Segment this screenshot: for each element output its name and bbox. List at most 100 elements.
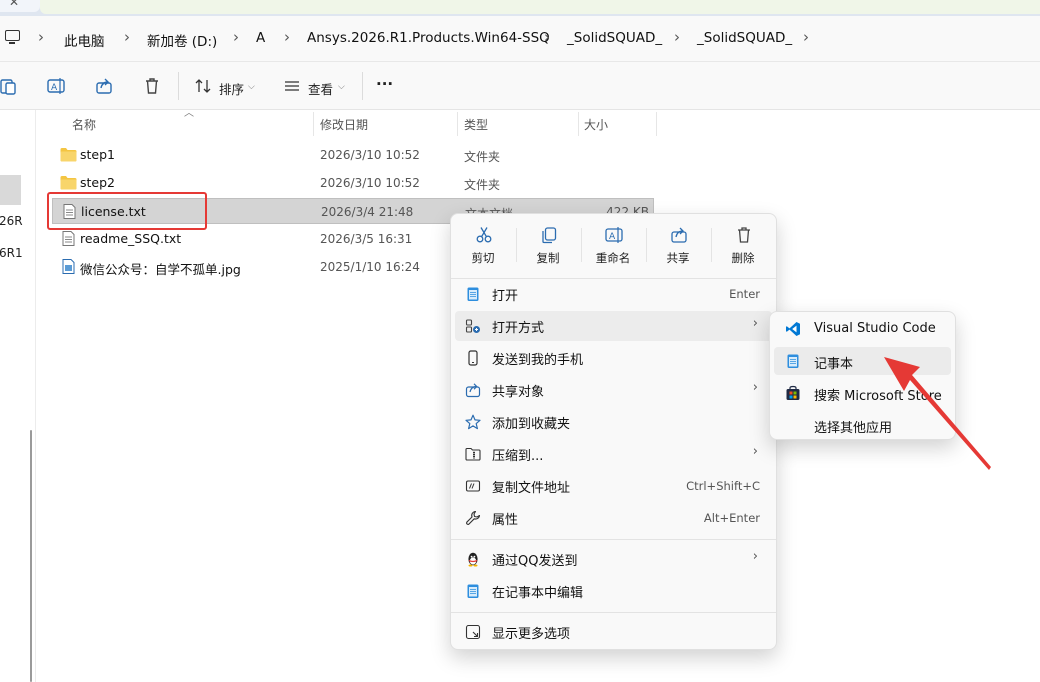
menu-item-properties[interactable]: 属性 Alt+Enter <box>455 503 772 533</box>
column-header-name[interactable]: 名称 <box>72 116 96 133</box>
menu-item-shortcut: Alt+Enter <box>703 511 760 525</box>
menu-item-show-more-options[interactable]: 显示更多选项 <box>455 617 772 647</box>
close-tab-icon[interactable]: ✕ <box>9 0 19 9</box>
menu-item-label: 显示更多选项 <box>492 627 571 642</box>
chevron-right-icon[interactable]: › <box>38 28 44 46</box>
menu-item-label: 压缩到... <box>492 449 544 464</box>
submenu-item-vscode[interactable]: Visual Studio Code <box>774 315 951 343</box>
breadcrumb-item[interactable]: 此电脑 <box>64 30 105 50</box>
chevron-right-icon[interactable]: › <box>803 28 809 46</box>
breadcrumb-item[interactable]: Ansys.2026.R1.Products.Win64-SSQ <box>307 30 550 46</box>
menu-item-label: 通过QQ发送到 <box>492 554 578 569</box>
wrench-icon <box>466 510 481 526</box>
breadcrumb-item[interactable]: _SolidSQUAD_ <box>567 30 662 46</box>
svg-text:A: A <box>51 83 58 93</box>
file-name[interactable]: step2 <box>80 175 115 190</box>
menu-item-compress-to[interactable]: 压缩到... › <box>455 439 772 469</box>
menu-item-shortcut: Ctrl+Shift+C <box>686 479 760 493</box>
nav-scrollbar[interactable] <box>30 430 32 682</box>
file-name[interactable]: step1 <box>80 147 115 162</box>
copy-button[interactable]: 复制 <box>518 222 578 274</box>
file-name[interactable]: readme_SSQ.txt <box>80 231 181 246</box>
nav-selected-item[interactable] <box>0 175 21 205</box>
submenu-item-label: Visual Studio Code <box>814 321 936 336</box>
file-row[interactable]: step1 2026/3/10 10:52 文件夹 <box>52 142 654 168</box>
chevron-right-icon: › <box>752 316 758 331</box>
this-pc-icon[interactable] <box>5 30 20 44</box>
title-bar: ✕ <box>0 0 1040 16</box>
menu-item-label: 复制文件地址 <box>492 481 571 496</box>
column-divider[interactable] <box>313 112 314 136</box>
file-type: 文件夹 <box>464 150 501 164</box>
menu-item-edit-in-notepad[interactable]: 在记事本中编辑 <box>455 576 772 606</box>
chevron-down-icon[interactable]: ⌵ <box>248 82 255 92</box>
menu-item-label: 共享对象 <box>492 385 545 400</box>
more-options-button[interactable]: ··· <box>376 75 393 93</box>
chevron-right-icon[interactable]: › <box>544 28 550 46</box>
address-bar[interactable]: › 此电脑 › 新加卷 (D:) › A › Ansys.2026.R1.Pro… <box>0 16 1040 62</box>
chevron-right-icon: › <box>752 380 758 395</box>
sort-button[interactable]: 排序 <box>219 79 244 98</box>
menu-item-send-to-phone[interactable]: 发送到我的手机 <box>455 343 772 373</box>
chevron-right-icon[interactable]: › <box>674 28 680 46</box>
delete-button[interactable]: 删除 <box>713 222 773 274</box>
file-date: 2026/3/10 10:52 <box>320 148 420 162</box>
breadcrumb-item[interactable]: A <box>256 30 265 46</box>
rename-button[interactable]: A 重命名 <box>583 222 643 274</box>
breadcrumb-item[interactable]: _SolidSQUAD_ <box>697 30 792 46</box>
menu-item-open-with[interactable]: 打开方式 › <box>455 311 772 341</box>
file-date: 2026/3/10 10:52 <box>320 176 420 190</box>
share-button[interactable]: 共享 <box>648 222 708 274</box>
zip-folder-icon <box>465 447 481 461</box>
share-icon[interactable] <box>95 77 113 95</box>
menu-item-shortcut: Enter <box>729 287 760 301</box>
chevron-right-icon: › <box>752 549 758 564</box>
column-divider[interactable] <box>656 112 657 136</box>
column-divider[interactable] <box>578 112 579 136</box>
copy-path-icon <box>465 480 481 492</box>
menu-divider <box>451 612 776 613</box>
quick-action-divider <box>516 228 517 262</box>
menu-item-label: 打开 <box>492 289 519 304</box>
qq-penguin-icon <box>468 552 478 567</box>
view-icon[interactable] <box>283 77 301 95</box>
menu-item-label: 属性 <box>492 513 519 528</box>
menu-item-share-with[interactable]: 共享对象 › <box>455 375 772 405</box>
chevron-down-icon[interactable]: ⌵ <box>338 82 345 92</box>
star-icon <box>465 414 481 430</box>
chevron-right-icon[interactable]: › <box>124 28 130 46</box>
file-name[interactable]: 微信公众号：自学不孤单.jpg <box>80 259 241 278</box>
notepad-icon <box>467 287 479 301</box>
nav-item[interactable]: 26R <box>0 214 23 228</box>
file-date: 2025/1/10 16:24 <box>320 260 420 274</box>
chevron-right-icon: › <box>752 444 758 459</box>
menu-item-copy-path[interactable]: 复制文件地址 Ctrl+Shift+C <box>455 471 772 501</box>
column-header-size[interactable]: 大小 <box>584 116 608 133</box>
open-with-icon <box>465 319 480 333</box>
chevron-right-icon[interactable]: › <box>233 28 239 46</box>
nav-item[interactable]: 6R1 <box>0 246 23 260</box>
cut-button[interactable]: 剪切 <box>453 222 513 274</box>
share-icon <box>465 383 481 398</box>
text-file-icon <box>62 231 75 246</box>
paste-icon[interactable] <box>0 77 18 95</box>
view-button[interactable]: 查看 <box>308 79 333 98</box>
menu-item-add-to-favorites[interactable]: 添加到收藏夹 <box>455 407 772 437</box>
browser-tab[interactable]: ✕ <box>0 0 40 12</box>
command-bar: A 排序 ⌵ 查看 ⌵ ··· <box>0 62 1040 110</box>
menu-item-label: 添加到收藏夹 <box>492 417 571 432</box>
column-header-modified[interactable]: 修改日期 <box>320 116 368 133</box>
delete-icon <box>738 227 750 243</box>
menu-item-send-via-qq[interactable]: 通过QQ发送到 › <box>455 544 772 574</box>
toolbar-divider <box>362 72 363 100</box>
chevron-right-icon[interactable]: › <box>284 28 290 46</box>
breadcrumb-item[interactable]: 新加卷 (D:) <box>147 30 217 50</box>
column-divider[interactable] <box>457 112 458 136</box>
rename-icon[interactable]: A <box>47 77 65 95</box>
active-tab-strip <box>40 0 1040 14</box>
copy-label: 复制 <box>536 251 560 265</box>
delete-icon[interactable] <box>143 77 161 95</box>
menu-item-open[interactable]: 打开 Enter <box>455 279 772 309</box>
sort-icon[interactable] <box>194 77 212 95</box>
column-header-type[interactable]: 类型 <box>464 116 488 133</box>
